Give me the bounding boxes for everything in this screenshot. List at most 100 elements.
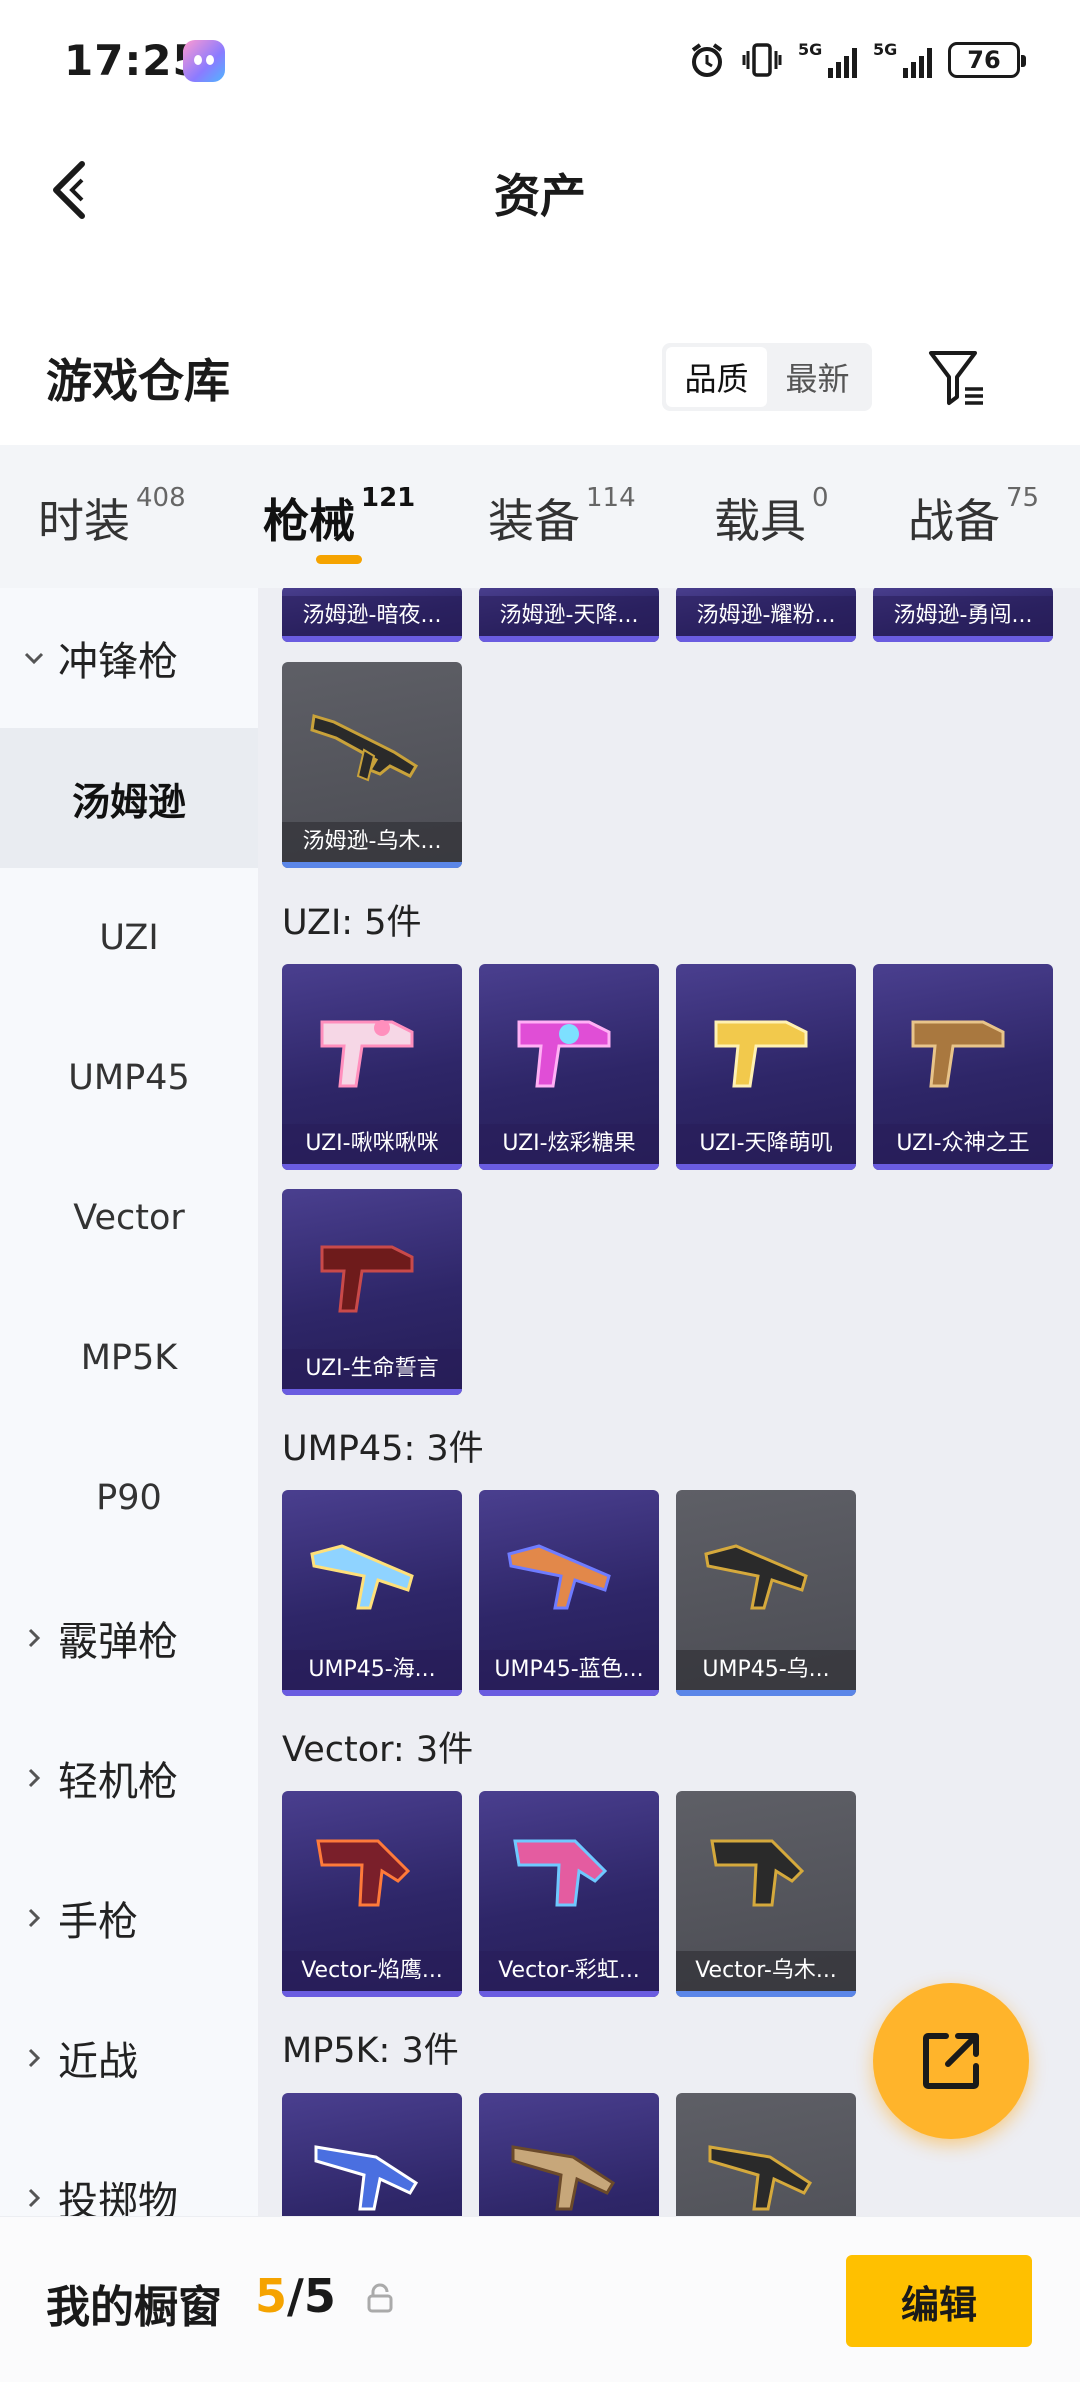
smg-uzi-icon [517, 1020, 611, 1088]
category-tabs: 时装 408 枪械 121 装备 114 载具 0 战备 75 [0, 445, 1080, 588]
weapon-category-sidebar: 冲锋枪 汤姆逊 UZI UMP45 Vector MP5K P90 霰弹枪 轻机… [0, 588, 258, 2216]
weapon-card[interactable] [282, 2093, 462, 2216]
chevron-right-icon [28, 2188, 41, 2208]
filter-button[interactable] [925, 345, 989, 409]
weapon-card[interactable]: UMP45-乌... [676, 1490, 856, 1696]
chevron-right-icon [28, 2048, 41, 2068]
smg-vector-icon [316, 1839, 411, 1907]
sort-newest-option[interactable]: 最新 [767, 347, 868, 407]
sidebar-item-pistol[interactable]: 手枪 [0, 1848, 258, 1988]
sidebar-item-melee[interactable]: 近战 [0, 1988, 258, 2128]
showcase-label: 我的橱窗 [46, 2282, 222, 2333]
battery-icon: 76 [948, 42, 1026, 78]
lock-icon [367, 2283, 393, 2313]
smg-uzi-icon [320, 1245, 414, 1313]
weapon-card[interactable] [479, 2093, 659, 2216]
sidebar-item-shotgun[interactable]: 霰弹枪 [0, 1568, 258, 1708]
weapon-grid: 汤姆逊-暗夜... 汤姆逊-天降... 汤姆逊-耀粉... 汤姆逊-勇闯... … [258, 588, 1080, 2216]
smg-ump45-icon [704, 1544, 808, 1610]
sidebar-item-smg[interactable]: 冲锋枪 [0, 588, 258, 728]
smg-ump45-icon [507, 1544, 611, 1610]
tab-equipment[interactable]: 装备 114 [488, 483, 636, 551]
active-tab-indicator [316, 555, 362, 564]
chevron-down-icon [24, 652, 44, 665]
smg-thompson-icon [310, 714, 419, 782]
vibrate-icon [742, 40, 782, 80]
weapon-name: UMP45-蓝色... [479, 1650, 659, 1690]
smg-mp5k-icon [314, 2145, 419, 2211]
sidebar-item-throwables[interactable]: 投掷物 [0, 2128, 258, 2216]
weapon-card[interactable]: UZI-炫彩糖果 [479, 964, 659, 1170]
ump45-section-label: UMP45: 3件 [282, 1429, 484, 1469]
weapon-card[interactable]: 汤姆逊-耀粉... [676, 588, 856, 642]
weapon-card[interactable]: UZI-生命誓言 [282, 1189, 462, 1395]
weapon-name: UZI-啾咪啾咪 [282, 1124, 462, 1164]
alarm-icon [688, 40, 726, 80]
weapon-card[interactable]: UMP45-蓝色... [479, 1490, 659, 1696]
sidebar-item-thompson[interactable]: 汤姆逊 [0, 728, 258, 868]
smg-uzi-icon [714, 1020, 808, 1088]
weapon-card[interactable]: 汤姆逊-天降... [479, 588, 659, 642]
signal-icon: 5G [798, 40, 857, 78]
chevron-right-icon [28, 1628, 41, 1648]
status-bar: 17:25 5G 5G 76 [0, 0, 1080, 125]
weapon-name: UZI-炫彩糖果 [479, 1124, 659, 1164]
app-notification-icon [183, 40, 225, 82]
showcase-bar: 我的橱窗 5/5 编辑 [0, 2216, 1080, 2382]
sidebar-item-lmg[interactable]: 轻机枪 [0, 1708, 258, 1848]
weapon-name: Vector-焰鹰... [282, 1951, 462, 1991]
smg-mp5k-icon [511, 2145, 616, 2211]
share-external-icon [923, 2033, 979, 2089]
weapon-card[interactable]: 汤姆逊-乌木... [282, 662, 462, 868]
showcase-count: 5/5 [255, 2269, 336, 2323]
filter-icon [929, 351, 983, 405]
weapon-card[interactable]: 汤姆逊-勇闯... [873, 588, 1053, 642]
sidebar-item-uzi[interactable]: UZI [0, 868, 258, 1008]
weapon-name: UZI-众神之王 [873, 1124, 1053, 1164]
status-icons: 5G 5G 76 [688, 38, 1026, 82]
tab-guns[interactable]: 枪械 121 [263, 483, 415, 551]
weapon-card[interactable]: Vector-彩虹... [479, 1791, 659, 1997]
weapon-card[interactable]: UZI-天降萌叽 [676, 964, 856, 1170]
warehouse-title: 游戏仓库 [46, 354, 230, 408]
weapon-name: Vector-彩虹... [479, 1951, 659, 1991]
uzi-section-label: UZI: 5件 [282, 903, 422, 943]
smg-vector-icon [513, 1839, 608, 1907]
tab-fashion[interactable]: 时装 408 [38, 483, 186, 551]
sidebar-item-mp5k[interactable]: MP5K [0, 1288, 258, 1428]
chevron-right-icon [28, 1768, 41, 1788]
weapon-card[interactable]: Vector-焰鹰... [282, 1791, 462, 1997]
edit-button[interactable]: 编辑 [846, 2255, 1032, 2347]
sidebar-item-ump45[interactable]: UMP45 [0, 1008, 258, 1148]
weapon-card[interactable]: Vector-乌木... [676, 1791, 856, 1997]
weapon-card[interactable] [676, 2093, 856, 2216]
tab-vehicles[interactable]: 载具 0 [714, 483, 829, 551]
weapon-card[interactable]: UZI-众神之王 [873, 964, 1053, 1170]
weapon-name: 汤姆逊-天降... [479, 596, 659, 636]
weapon-name: UZI-生命誓言 [282, 1349, 462, 1389]
status-time: 17:25 [64, 36, 203, 85]
weapon-name: Vector-乌木... [676, 1951, 856, 1991]
weapon-card[interactable]: 汤姆逊-暗夜... [282, 588, 462, 642]
sort-quality-option[interactable]: 品质 [666, 347, 767, 407]
sort-toggle: 品质 最新 [662, 343, 872, 411]
share-fab-button[interactable] [873, 1983, 1029, 2139]
smg-uzi-icon [911, 1020, 1005, 1088]
weapon-card[interactable]: UZI-啾咪啾咪 [282, 964, 462, 1170]
vector-section-label: Vector: 3件 [282, 1730, 474, 1770]
smg-uzi-icon [320, 1020, 414, 1088]
tab-supplies[interactable]: 战备 75 [908, 483, 1039, 551]
weapon-name: UZI-天降萌叽 [676, 1124, 856, 1164]
signal-icon: 5G [873, 40, 932, 78]
sidebar-item-p90[interactable]: P90 [0, 1428, 258, 1568]
weapon-name: 汤姆逊-乌木... [282, 822, 462, 862]
page-title: 资产 [494, 169, 586, 223]
weapon-name: UMP45-海... [282, 1650, 462, 1690]
weapon-card[interactable]: UMP45-海... [282, 1490, 462, 1696]
weapon-name: UMP45-乌... [676, 1650, 856, 1690]
weapon-name: 汤姆逊-勇闯... [873, 596, 1053, 636]
sidebar-item-vector[interactable]: Vector [0, 1148, 258, 1288]
smg-ump45-icon [310, 1544, 414, 1610]
smg-mp5k-icon [708, 2145, 813, 2211]
chevron-right-icon [28, 1908, 41, 1928]
